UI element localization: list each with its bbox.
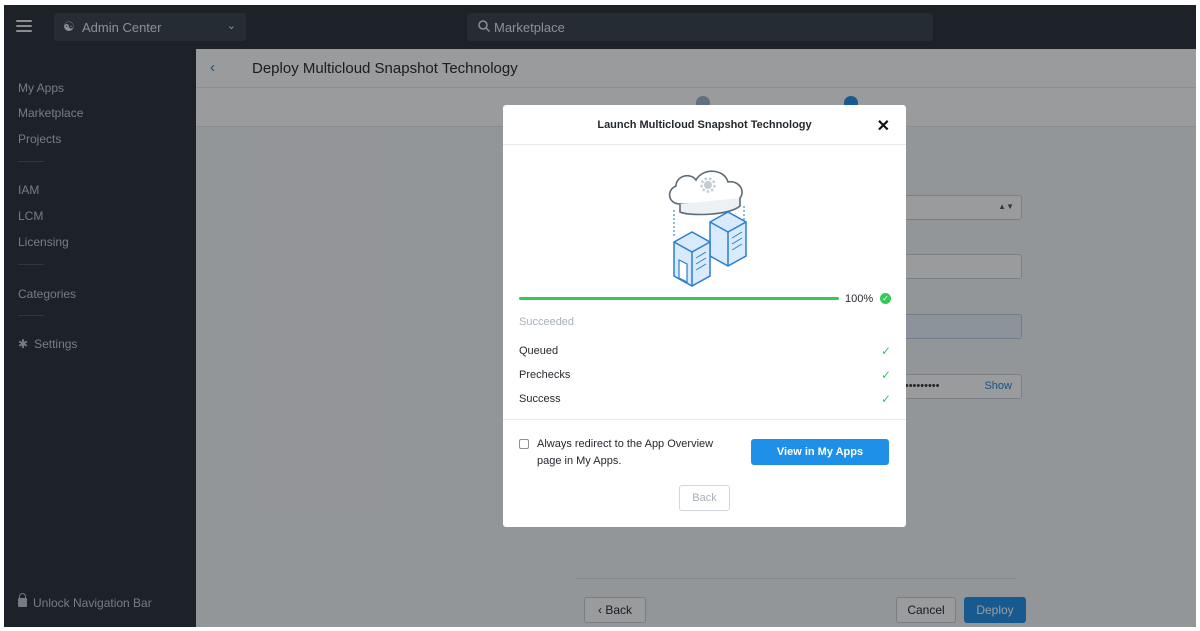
progress-bar: [519, 297, 839, 300]
modal-divider: [503, 419, 906, 420]
step-label: Success: [519, 393, 561, 405]
modal-title: Launch Multicloud Snapshot Technology: [597, 119, 812, 131]
check-icon: ✓: [880, 392, 891, 406]
step-label: Prechecks: [519, 369, 571, 381]
check-icon: ✓: [880, 368, 891, 382]
redirect-checkbox[interactable]: [519, 439, 529, 449]
progress-percent: 100%: [845, 293, 874, 305]
modal-header: Launch Multicloud Snapshot Technology ✕: [503, 105, 906, 145]
status-text: Succeeded: [519, 316, 575, 328]
cloud-servers-illustration: [668, 170, 747, 287]
close-icon[interactable]: ✕: [877, 116, 890, 136]
step-row: Success ✓: [519, 392, 891, 406]
step-row: Prechecks ✓: [519, 368, 891, 382]
modal-back-button[interactable]: Back: [679, 485, 730, 511]
app-window: ☯ Admin Center ⌄ Marketplace My Apps Mar…: [4, 5, 1196, 627]
redirect-checkbox-label[interactable]: Always redirect to the App Overview page…: [537, 436, 737, 470]
view-in-my-apps-button[interactable]: View in My Apps: [751, 439, 889, 465]
step-label: Queued: [519, 345, 559, 357]
launch-modal: Launch Multicloud Snapshot Technology ✕: [503, 105, 906, 527]
step-row: Queued ✓: [519, 344, 891, 358]
check-icon: ✓: [880, 344, 891, 358]
check-circle-icon: ✓: [880, 293, 891, 304]
